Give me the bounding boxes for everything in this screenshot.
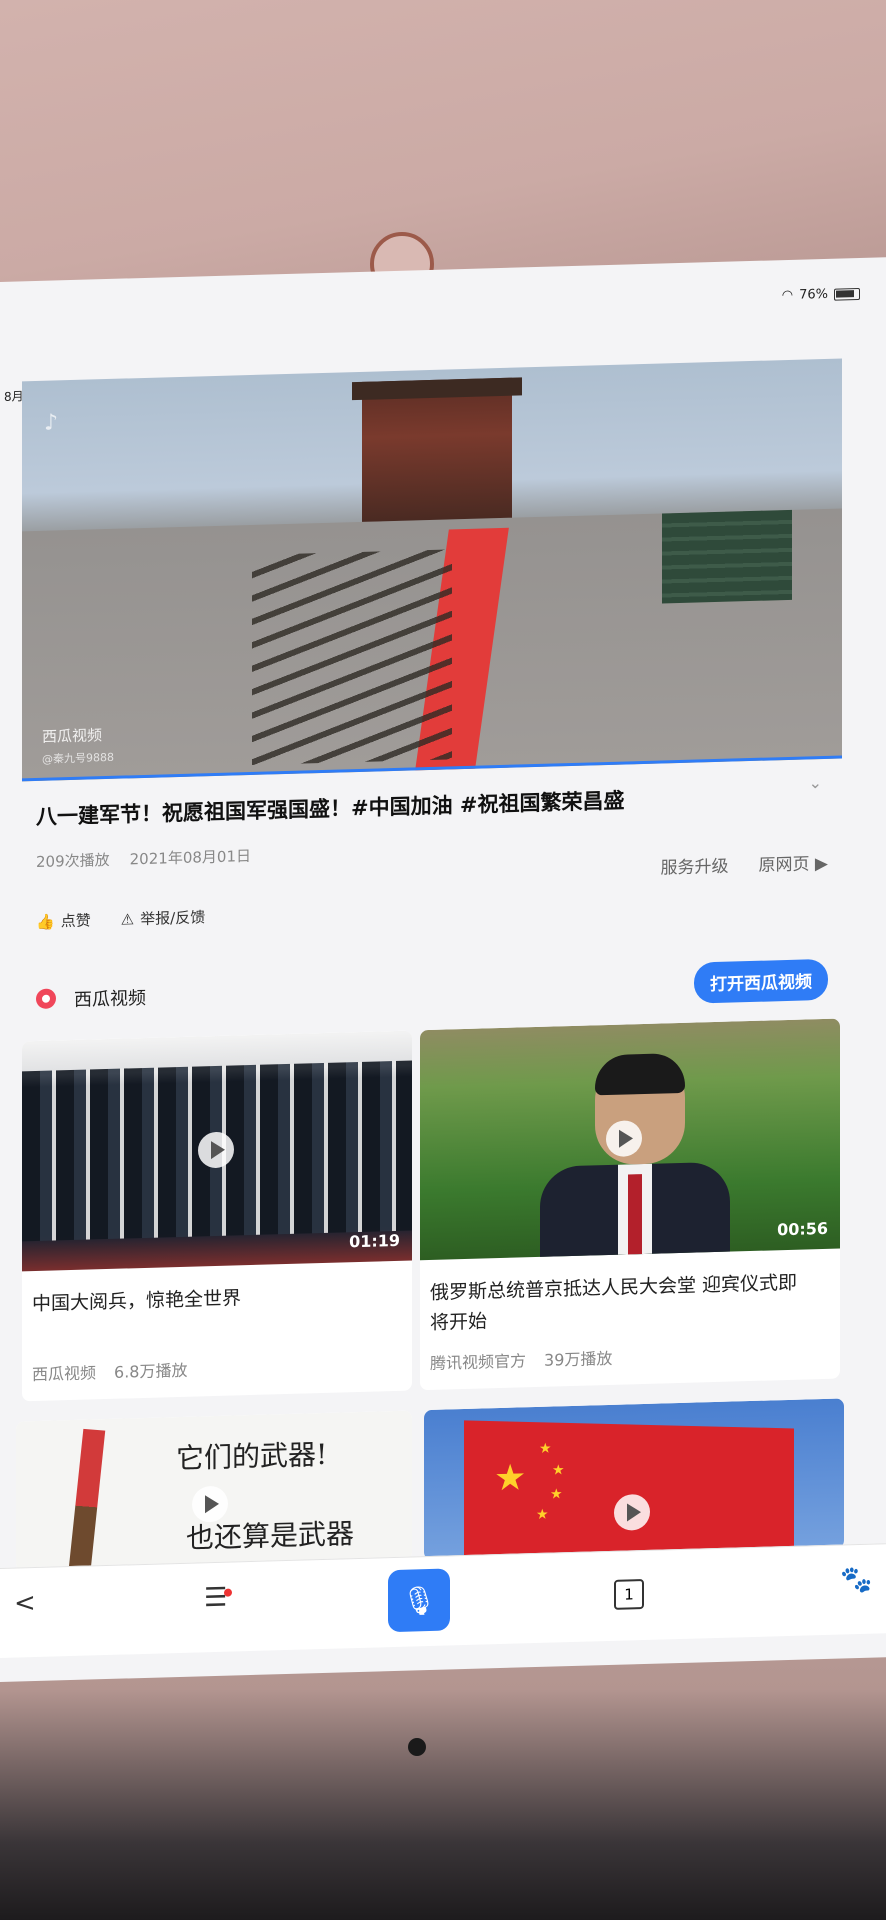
notification-dot: [224, 1588, 232, 1597]
battery-icon: [834, 287, 860, 301]
video-card[interactable]: ★ ★ ★ ★ ★: [424, 1398, 844, 1561]
tabs-button[interactable]: 1: [614, 1579, 644, 1610]
star-icon: ★: [552, 1462, 565, 1479]
like-label: 点赞: [60, 911, 91, 931]
video-user-handle: @秦九号9888: [42, 750, 114, 766]
battery-percent: 76%: [799, 286, 828, 303]
service-upgrade-link[interactable]: 服务升级: [661, 852, 729, 879]
page-links: 服务升级 原网页 ▶: [661, 849, 828, 879]
card-meta: 西瓜视频 6.8万播放: [32, 1357, 187, 1385]
like-button[interactable]: 👍 点赞: [36, 909, 91, 932]
play-count: 209次播放: [36, 850, 110, 871]
status-right: ◠ 76%: [782, 286, 860, 303]
video-player[interactable]: ♪ 西瓜视频 @秦九号9888: [22, 358, 842, 782]
microphone-icon: 🎙: [401, 1583, 437, 1618]
wifi-icon: ◠: [781, 287, 794, 304]
original-page-link[interactable]: 原网页 ▶: [759, 849, 828, 876]
tablet-screen: 8月1日周一 ◠ 76% ♪ 西瓜视频 @秦九号9888 八一建军节！祝愿祖国军…: [0, 257, 886, 1683]
sword-drawing: [68, 1428, 106, 1571]
person-figure: [540, 1052, 730, 1261]
voice-search-button[interactable]: 🎙: [388, 1568, 450, 1633]
star-icon: ★: [550, 1486, 563, 1503]
thumbs-up-icon: 👍: [36, 912, 55, 931]
person-tie: [628, 1174, 642, 1255]
star-icon: ★: [494, 1457, 527, 1500]
menu-icon[interactable]: ☰: [204, 1583, 227, 1614]
video-watermark: 西瓜视频: [42, 726, 103, 746]
video-card[interactable]: 它们的武器! 也还算是武器: [16, 1410, 412, 1572]
report-button[interactable]: ⚠ 举报/反馈: [121, 906, 206, 929]
hero-gate-tower: [362, 377, 512, 522]
card-source: 西瓜视频: [32, 1363, 97, 1385]
open-xigua-button[interactable]: 打开西瓜视频: [694, 958, 828, 1004]
alert-icon: ⚠: [120, 910, 135, 929]
hero-trucks: [662, 509, 792, 604]
device-sensor: [408, 1738, 426, 1756]
video-actions: 👍 点赞 ⚠ 举报/反馈: [36, 906, 205, 932]
card-meta: 腾讯视频官方 39万播放: [430, 1345, 612, 1374]
tiktok-icon: ♪: [44, 410, 59, 436]
source-name: 西瓜视频: [74, 987, 146, 1011]
device-bezel-top: [0, 0, 886, 300]
card-plays: 39万播放: [544, 1348, 613, 1370]
thumbnail-caption-1: 它们的武器!: [176, 1437, 328, 1476]
video-title: 八一建军节！祝愿祖国军强国盛！#中国加油 #祝祖国繁荣昌盛: [36, 788, 625, 829]
card-plays: 6.8万播放: [114, 1360, 188, 1382]
card-title: 俄罗斯总统普京抵达人民大会堂 迎宾仪式即将开始: [430, 1271, 798, 1334]
star-icon: ★: [536, 1506, 549, 1524]
star-icon: ★: [539, 1440, 552, 1457]
report-label: 举报/反馈: [140, 908, 206, 929]
video-card[interactable]: 01:19 中国大阅兵，惊艳全世界 西瓜视频 6.8万播放: [22, 1030, 412, 1402]
source-row: 西瓜视频 打开西瓜视频: [36, 958, 836, 1017]
back-button[interactable]: <: [14, 1588, 36, 1619]
hero-cannons: [252, 549, 452, 765]
person-hair: [595, 1052, 685, 1096]
chevron-down-icon[interactable]: ⌄: [809, 773, 822, 792]
xigua-logo-icon: [36, 988, 56, 1009]
publish-date: 2021年08月01日: [129, 846, 251, 869]
video-card[interactable]: 00:56 俄罗斯总统普京抵达人民大会堂 迎宾仪式即将开始 腾讯视频官方 39万…: [420, 1018, 840, 1391]
video-meta: 209次播放 2021年08月01日: [36, 845, 251, 872]
video-thumbnail: ★ ★ ★ ★ ★: [424, 1398, 844, 1561]
status-bar: 8月1日周一 ◠ 76%: [0, 273, 886, 404]
card-source: 腾讯视频官方: [430, 1351, 527, 1373]
baidu-paw-icon[interactable]: 🐾: [840, 1565, 872, 1596]
